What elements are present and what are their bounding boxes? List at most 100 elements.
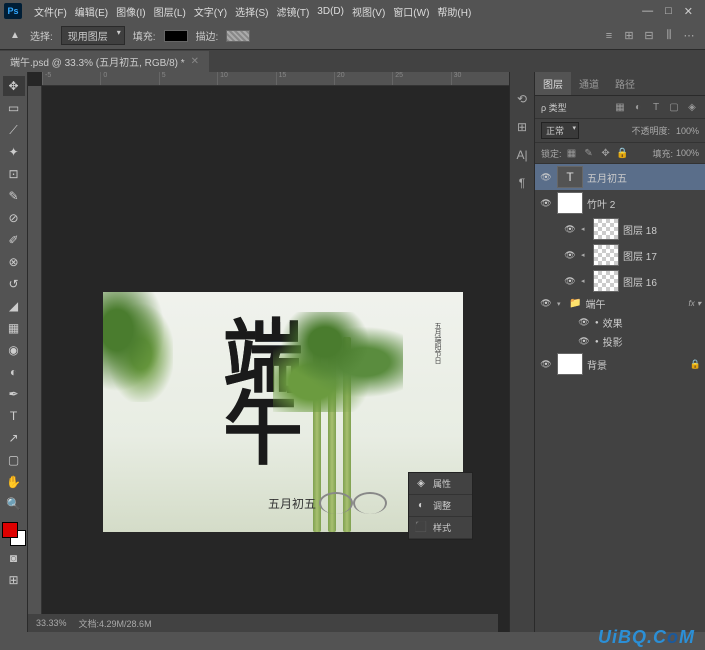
layer-name[interactable]: 五月初五 <box>587 170 627 185</box>
lock-trans-icon[interactable]: ▦ <box>565 146 579 160</box>
filter-adjust-icon[interactable]: ◐ <box>631 100 645 114</box>
layer-name[interactable]: 图层 16 <box>623 274 657 289</box>
minimize-button[interactable]: — <box>642 5 653 18</box>
more-icon[interactable]: ⋯ <box>681 28 697 44</box>
filter-smart-icon[interactable]: ◈ <box>685 100 699 114</box>
blur-tool[interactable]: ◉ <box>3 340 25 360</box>
menu-layer[interactable]: 图层(L) <box>150 2 190 21</box>
panel-properties[interactable]: ◈ 属性 <box>409 473 472 495</box>
type-tool[interactable]: T <box>3 406 25 426</box>
tab-close-icon[interactable]: ✕ <box>191 56 199 67</box>
layer-thumbnail[interactable] <box>557 353 583 375</box>
layer-name[interactable]: 效果 <box>603 315 623 330</box>
eraser-tool[interactable]: ◢ <box>3 296 25 316</box>
layer-name[interactable]: 图层 17 <box>623 248 657 263</box>
disclosure-icon[interactable]: ▾ <box>557 300 565 308</box>
fill-swatch[interactable] <box>164 30 188 42</box>
visibility-icon[interactable]: 👁 <box>563 224 577 235</box>
layer-thumbnail[interactable]: T <box>557 166 583 188</box>
foreground-color[interactable] <box>2 522 18 538</box>
filter-shape-icon[interactable]: ▢ <box>667 100 681 114</box>
paragraph-icon[interactable]: ¶ <box>519 176 525 190</box>
menu-type[interactable]: 文字(Y) <box>190 2 231 21</box>
visibility-icon[interactable]: 👁 <box>539 172 553 183</box>
floating-panel[interactable]: ◈ 属性 ◐ 调整 ⬛ 样式 <box>408 472 473 540</box>
layer-name[interactable]: 端午 <box>585 296 605 311</box>
lock-all-icon[interactable]: 🔒 <box>616 146 630 160</box>
lasso-tool[interactable]: ⟋ <box>3 120 25 140</box>
menu-edit[interactable]: 编辑(E) <box>71 2 112 21</box>
layer-row[interactable]: 👁 T 五月初五 <box>535 164 705 190</box>
layer-row[interactable]: 👁◂图层 16 <box>535 268 705 294</box>
visibility-icon[interactable]: 👁 <box>577 336 591 347</box>
close-button[interactable]: ✕ <box>684 5 693 18</box>
layer-thumbnail[interactable] <box>593 218 619 240</box>
menu-filter[interactable]: 滤镜(T) <box>273 2 314 21</box>
distribute-icon[interactable]: ⫼ <box>661 28 677 44</box>
zoom-level[interactable]: 33.33% <box>36 618 67 628</box>
stamp-tool[interactable]: ⊗ <box>3 252 25 272</box>
layer-thumbnail[interactable] <box>593 270 619 292</box>
panel-styles[interactable]: ⬛ 样式 <box>409 517 472 539</box>
fill-value[interactable]: 100% <box>676 148 699 158</box>
layer-name[interactable]: 投影 <box>603 334 623 349</box>
layer-thumbnail[interactable] <box>557 192 583 214</box>
stroke-swatch[interactable] <box>226 30 250 42</box>
zoom-tool[interactable]: 🔍 <box>3 494 25 514</box>
blend-mode-select[interactable]: 正常 <box>541 122 579 139</box>
history-icon[interactable]: ⟲ <box>517 92 527 106</box>
layer-row[interactable]: 👁◂图层 17 <box>535 242 705 268</box>
canvas-area[interactable]: -5 0 5 10 15 20 25 30 端 午 五月初五 五月端阳节 <box>28 72 509 632</box>
menu-help[interactable]: 帮助(H) <box>433 2 475 21</box>
quickmask-tool[interactable]: ◙ <box>3 548 25 568</box>
menu-3d[interactable]: 3D(D) <box>313 4 348 19</box>
char-icon[interactable]: A| <box>516 148 527 162</box>
align-icon[interactable]: ⊞ <box>621 28 637 44</box>
tab-paths[interactable]: 路径 <box>607 72 643 95</box>
move-tool[interactable]: ✥ <box>3 76 25 96</box>
layer-row[interactable]: 👁◂图层 18 <box>535 216 705 242</box>
menu-view[interactable]: 视图(V) <box>348 2 389 21</box>
document-tab[interactable]: 端午.psd @ 33.3% (五月初五, RGB/8) * ✕ <box>0 51 209 72</box>
swatches-icon[interactable]: ⊞ <box>517 120 527 134</box>
history-brush-tool[interactable]: ↺ <box>3 274 25 294</box>
filter-text-icon[interactable]: T <box>649 100 663 114</box>
eyedropper-tool[interactable]: ✎ <box>3 186 25 206</box>
visibility-icon[interactable]: 👁 <box>563 250 577 261</box>
visibility-icon[interactable]: 👁 <box>563 276 577 287</box>
fx-badge[interactable]: fx ▾ <box>689 299 701 308</box>
filter-kind[interactable]: ρ 类型 <box>541 101 567 114</box>
visibility-icon[interactable]: 👁 <box>539 359 553 370</box>
layer-row[interactable]: 👁●投影 <box>535 332 705 351</box>
layer-row[interactable]: 👁▾📁端午fx ▾ <box>535 294 705 313</box>
menu-file[interactable]: 文件(F) <box>30 2 71 21</box>
tab-layers[interactable]: 图层 <box>535 72 571 95</box>
filter-image-icon[interactable]: ▦ <box>613 100 627 114</box>
crop-tool[interactable]: ⊡ <box>3 164 25 184</box>
layer-name[interactable]: 背景 <box>587 357 607 372</box>
layer-row[interactable]: 👁 竹叶 2 <box>535 190 705 216</box>
lock-pixel-icon[interactable]: ✎ <box>582 146 596 160</box>
layer-name[interactable]: 图层 18 <box>623 222 657 237</box>
layer-row[interactable]: 👁●效果 <box>535 313 705 332</box>
move-tool-icon[interactable]: ▲ <box>8 29 22 43</box>
lock-pos-icon[interactable]: ✥ <box>599 146 613 160</box>
align-icon[interactable]: ≡ <box>601 28 617 44</box>
menu-select[interactable]: 选择(S) <box>231 2 272 21</box>
layer-row[interactable]: 👁背景🔒 <box>535 351 705 377</box>
pen-tool[interactable]: ✒ <box>3 384 25 404</box>
visibility-icon[interactable]: 👁 <box>577 317 591 328</box>
visibility-icon[interactable]: 👁 <box>539 298 553 309</box>
opacity-value[interactable]: 100% <box>676 126 699 136</box>
marquee-tool[interactable]: ▭ <box>3 98 25 118</box>
layer-name[interactable]: 竹叶 2 <box>587 196 615 211</box>
layer-thumbnail[interactable] <box>593 244 619 266</box>
shape-tool[interactable]: ▢ <box>3 450 25 470</box>
brush-tool[interactable]: ✐ <box>3 230 25 250</box>
panel-adjustments[interactable]: ◐ 调整 <box>409 495 472 517</box>
wand-tool[interactable]: ✦ <box>3 142 25 162</box>
heal-tool[interactable]: ⊘ <box>3 208 25 228</box>
dodge-tool[interactable]: ◐ <box>3 362 25 382</box>
visibility-icon[interactable]: 👁 <box>539 198 553 209</box>
align-icon[interactable]: ⊟ <box>641 28 657 44</box>
